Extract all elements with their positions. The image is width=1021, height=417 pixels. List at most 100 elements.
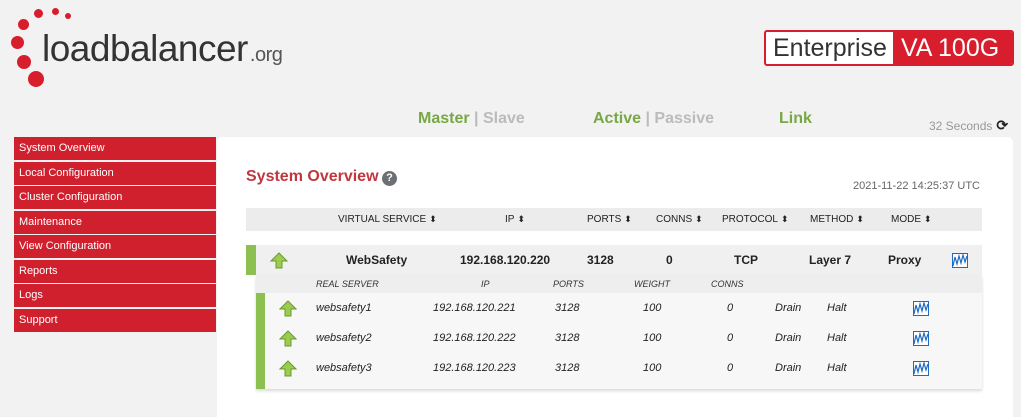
rs-column-conns: CONNS (711, 279, 744, 289)
rs-conns: 0 (727, 302, 734, 314)
drain-link[interactable]: Drain (775, 323, 801, 353)
drain-link[interactable]: Drain (775, 353, 801, 383)
loadbalancer-logo: loadbalancer .org (0, 0, 330, 95)
sidebar-item-view-configuration[interactable]: View Configuration (14, 235, 216, 258)
real-server-row[interactable]: websafety3 192.168.120.223 3128 100 0 Dr… (256, 353, 982, 383)
virtual-service-row[interactable]: WebSafety 192.168.120.220 3128 0 TCP Lay… (246, 245, 982, 275)
sidebar-nav: System Overview Local Configuration Clus… (14, 137, 216, 333)
sort-icon[interactable]: ⬍ (695, 214, 703, 224)
graph-icon[interactable] (913, 301, 929, 316)
logo-dot (28, 71, 44, 87)
rs-name: websafety1 (316, 302, 372, 314)
rs-ip: 192.168.120.221 (433, 302, 516, 314)
vs-mode: Proxy (888, 253, 922, 267)
rs-column-weight: WEIGHT (634, 279, 670, 289)
up-arrow-icon (279, 360, 297, 377)
sort-icon[interactable]: ⬍ (781, 214, 789, 224)
rs-ports: 3128 (555, 362, 580, 374)
table-header: VIRTUAL SERVICE ⬍ IP ⬍ PORTS ⬍ CONNS ⬍ PROTO… (246, 208, 982, 231)
column-ip[interactable]: IP ⬍ (505, 208, 525, 231)
column-conns[interactable]: CONNS ⬍ (656, 208, 703, 231)
rs-name: websafety2 (316, 332, 372, 344)
refresh-label: 32 Seconds (929, 119, 993, 133)
model-label: VA 100G (892, 32, 1012, 64)
rs-column-real-server: REAL SERVER (316, 279, 379, 289)
up-arrow-icon (270, 252, 288, 269)
drain-link[interactable]: Drain (775, 293, 801, 323)
main-panel: System Overview ? 2021-11-22 14:25:37 UT… (217, 137, 1013, 417)
sidebar-item-support[interactable]: Support (14, 308, 216, 332)
logo-name: loadbalancer (42, 28, 248, 69)
column-mode[interactable]: MODE ⬍ (891, 208, 932, 231)
timestamp: 2021-11-22 14:25:37 UTC (853, 180, 980, 192)
sort-icon[interactable]: ⬍ (856, 214, 864, 224)
rs-conns: 0 (727, 332, 734, 344)
master-label: Master (418, 110, 470, 127)
master-slave-status: Master | Slave (418, 110, 525, 128)
graph-icon[interactable] (952, 253, 968, 268)
status-bar (246, 245, 256, 275)
link-status: Link (779, 110, 812, 128)
sidebar-item-logs[interactable]: Logs (14, 284, 216, 307)
rs-ports: 3128 (555, 302, 580, 314)
status-separator: | (645, 110, 650, 127)
link-label: Link (779, 110, 812, 127)
refresh-timer: 32 Seconds ⟳ (929, 117, 1008, 134)
sidebar-item-local-configuration[interactable]: Local Configuration (14, 161, 216, 185)
sort-icon[interactable]: ⬍ (517, 214, 525, 224)
vs-name[interactable]: WebSafety (346, 245, 407, 275)
refresh-icon[interactable]: ⟳ (996, 117, 1008, 133)
sidebar-item-system-overview[interactable]: System Overview (14, 137, 216, 160)
logo-dot (34, 9, 43, 18)
vs-method: Layer 7 (809, 253, 852, 267)
up-arrow-icon (279, 330, 297, 347)
real-server-group: REAL SERVER IP PORTS WEIGHT CONNS websaf… (256, 275, 982, 389)
edition-label: Enterprise (773, 34, 887, 62)
help-icon[interactable]: ? (382, 171, 397, 186)
column-protocol[interactable]: PROTOCOL ⬍ (722, 208, 788, 231)
rs-conns: 0 (727, 362, 734, 374)
logo-dot (65, 13, 71, 19)
rs-column-ip: IP (481, 279, 490, 289)
halt-link[interactable]: Halt (827, 293, 847, 323)
sort-icon[interactable]: ⬍ (624, 214, 632, 224)
halt-link[interactable]: Halt (827, 353, 847, 383)
rs-ports: 3128 (555, 332, 580, 344)
sidebar-item-cluster-configuration[interactable]: Cluster Configuration (14, 186, 216, 209)
active-passive-status: Active | Passive (593, 110, 714, 128)
slave-label: Slave (482, 110, 525, 127)
logo-wordmark: loadbalancer .org (42, 28, 283, 70)
rs-name: websafety3 (316, 362, 372, 374)
rs-ip: 192.168.120.223 (433, 362, 516, 374)
logo-dot (17, 55, 31, 69)
sort-icon[interactable]: ⬍ (429, 214, 437, 224)
logo-dot (52, 8, 59, 15)
rs-ip: 192.168.120.222 (433, 332, 516, 344)
edition-badge: Enterprise VA 100G (764, 30, 1014, 66)
sort-icon[interactable]: ⬍ (924, 214, 932, 224)
rs-weight: 100 (643, 362, 662, 374)
column-ports[interactable]: PORTS ⬍ (587, 208, 632, 231)
active-label: Active (593, 110, 642, 127)
up-arrow-icon (279, 300, 297, 317)
column-method[interactable]: METHOD ⬍ (810, 208, 864, 231)
halt-link[interactable]: Halt (827, 323, 847, 353)
logo-dot (11, 36, 24, 49)
real-server-row[interactable]: websafety1 192.168.120.221 3128 100 0 Dr… (256, 293, 982, 323)
real-server-header: REAL SERVER IP PORTS WEIGHT CONNS (256, 275, 982, 293)
graph-icon[interactable] (913, 331, 929, 346)
real-server-row[interactable]: websafety2 192.168.120.222 3128 100 0 Dr… (256, 323, 982, 353)
sidebar-item-reports[interactable]: Reports (14, 259, 216, 283)
status-separator: | (474, 110, 479, 127)
vs-protocol: TCP (734, 253, 758, 267)
rs-weight: 100 (643, 302, 662, 314)
vs-ports: 3128 (587, 253, 614, 267)
sidebar-item-maintenance[interactable]: Maintenance (14, 210, 216, 234)
logo-dot (18, 19, 29, 30)
graph-icon[interactable] (913, 361, 929, 376)
rs-column-ports: PORTS (553, 279, 584, 289)
rs-weight: 100 (643, 332, 662, 344)
column-virtual-service[interactable]: VIRTUAL SERVICE ⬍ (338, 208, 437, 231)
vs-conns: 0 (666, 253, 673, 267)
vs-ip: 192.168.120.220 (460, 253, 551, 267)
